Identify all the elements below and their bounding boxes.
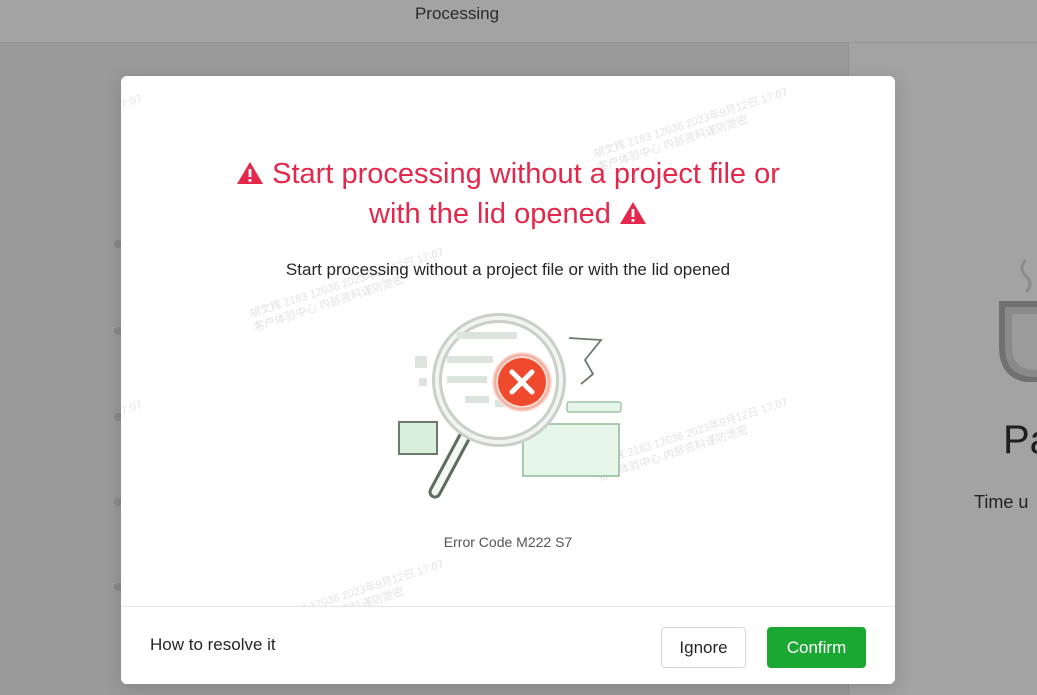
app-title: Processing [414, 4, 500, 23]
dialog-footer: How to resolve it Ignore Confirm [121, 606, 895, 684]
warning-triangle-icon [619, 202, 646, 224]
warning-triangle-icon [237, 162, 264, 184]
error-code: Error Code M222 S7 [443, 534, 573, 550]
dialog-title-line2: with the lid opened [369, 198, 611, 230]
how-to-resolve-link[interactable]: How to resolve it [150, 635, 276, 655]
coffee-cup-icon [999, 258, 1037, 382]
right-panel-subtext: Time u [974, 492, 1029, 512]
watermark: 17:07 [121, 93, 144, 113]
right-panel-heading: Pa [1003, 418, 1037, 462]
dialog-description: Start processing without a project file … [285, 260, 731, 279]
watermark: 17:07 [121, 399, 144, 419]
ignore-button[interactable]: Ignore [661, 627, 746, 668]
dialog-title: Start processing without a project file … [121, 154, 895, 234]
magnifier-error-icon [398, 313, 622, 499]
app-header: Processing [0, 0, 1037, 43]
error-dialog: 17:07 胡文辉 2183 12036 2023年9月12日 17:07 客户体… [121, 76, 895, 684]
confirm-button[interactable]: Confirm [767, 627, 866, 668]
dialog-title-line1: Start processing without a project file … [272, 158, 780, 190]
